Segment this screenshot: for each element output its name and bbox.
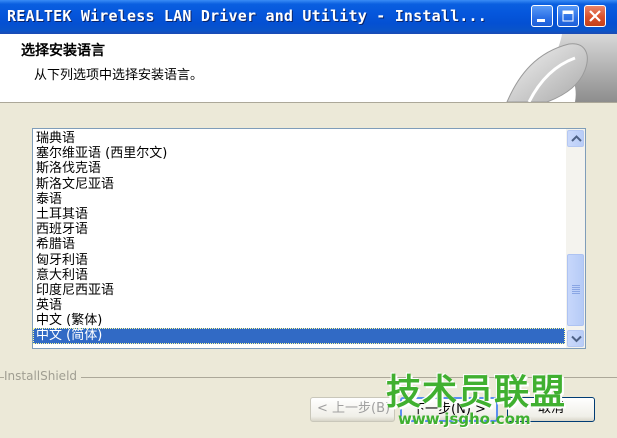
watermark-url: www.jsgho.com	[398, 410, 531, 428]
watermark-title: 技术员联盟	[386, 373, 567, 413]
header-subtitle: 从下列选项中选择安装语言。	[34, 68, 204, 83]
minimize-icon	[537, 19, 545, 22]
language-option[interactable]: 意大利语	[33, 268, 565, 283]
language-list: 瑞典语 塞尔维亚语 (西里尔文) 斯洛伐克语 斯洛文尼亚语 泰语 土耳其语 西班牙语 希腊语匈…	[33, 131, 565, 344]
window-title: REALTEK Wireless LAN Driver and Utility …	[7, 7, 487, 25]
language-option[interactable]: 斯洛伐克语	[33, 161, 565, 176]
language-option[interactable]: 希腊语	[33, 237, 565, 252]
maximize-icon	[562, 10, 574, 22]
language-option[interactable]: 斯洛文尼亚语	[33, 177, 565, 192]
title-bar[interactable]: REALTEK Wireless LAN Driver and Utility …	[0, 0, 617, 34]
language-option[interactable]: 中文 (繁体)	[33, 313, 565, 328]
header-panel: 选择安装语言 从下列选项中选择安装语言。	[0, 34, 617, 103]
minimize-button[interactable]	[531, 5, 553, 27]
language-option[interactable]: 中文 (简体)	[33, 328, 565, 344]
scroll-up-button[interactable]	[567, 130, 584, 147]
close-icon	[589, 10, 601, 22]
language-option[interactable]: 土耳其语	[33, 207, 565, 222]
language-option[interactable]: 匈牙利语	[33, 253, 565, 268]
scroll-thumb[interactable]	[567, 254, 584, 326]
language-option[interactable]: 印度尼西亚语	[33, 283, 565, 298]
language-option[interactable]: 英语	[33, 298, 565, 313]
maximize-button[interactable]	[557, 5, 579, 27]
scroll-down-icon	[571, 335, 582, 343]
language-option[interactable]: 瑞典语	[33, 131, 565, 146]
close-button[interactable]	[584, 5, 606, 27]
installshield-brand: InstallShield	[4, 369, 82, 383]
scroll-up-icon	[571, 135, 582, 142]
header-title: 选择安装语言	[21, 43, 105, 59]
installer-window: REALTEK Wireless LAN Driver and Utility …	[0, 0, 617, 438]
list-scrollbar[interactable]	[566, 129, 585, 348]
site-watermark: 技术员联盟 www.jsgho.com	[380, 360, 617, 438]
language-listbox[interactable]: 瑞典语 塞尔维亚语 (西里尔文) 斯洛伐克语 斯洛文尼亚语 泰语 土耳其语 西班牙语 希腊语匈…	[32, 128, 586, 349]
language-option[interactable]: 塞尔维亚语 (西里尔文)	[33, 146, 565, 161]
language-option[interactable]: 泰语	[33, 192, 565, 207]
language-option[interactable]: 西班牙语	[33, 222, 565, 237]
scroll-down-button[interactable]	[567, 330, 584, 347]
header-graphic-icon	[506, 34, 617, 102]
